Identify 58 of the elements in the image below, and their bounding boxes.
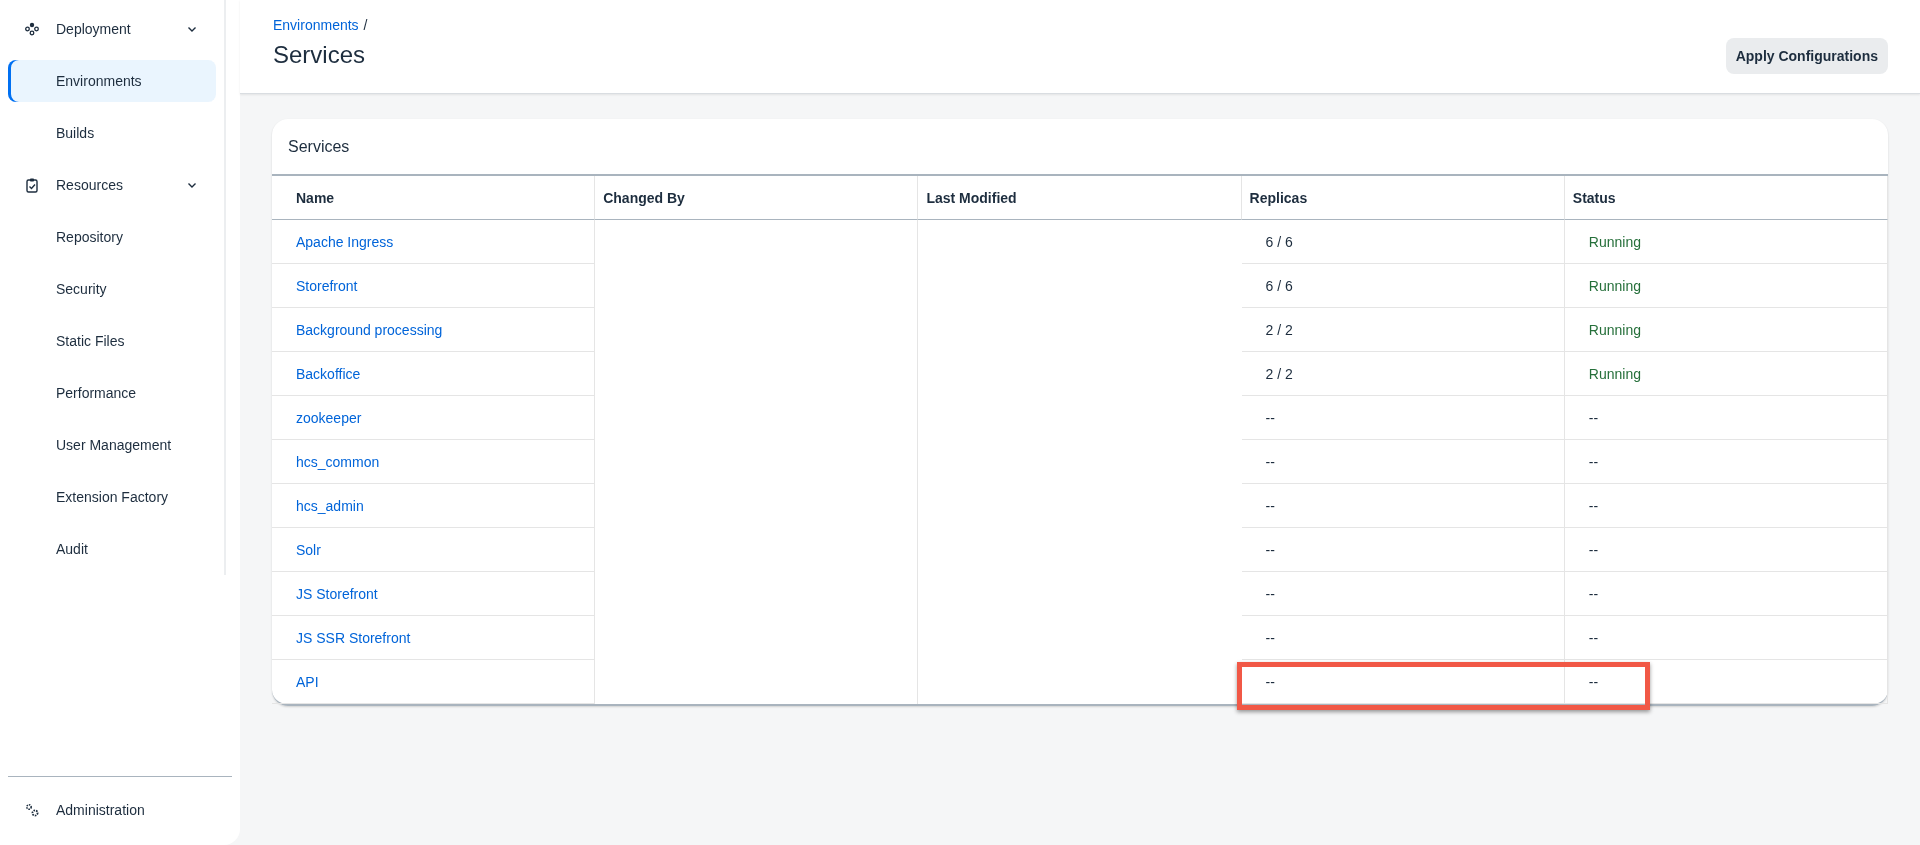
column-header: Name [272,176,596,220]
gears-icon [24,802,40,818]
status-text: -- [1588,673,1599,690]
nav-item[interactable]: Builds [8,112,216,154]
status-text: Running [1588,277,1641,294]
status-text: -- [1588,409,1599,426]
breadcrumb-link[interactable]: Environments [273,17,359,33]
column-header: Status [1564,176,1888,220]
replicas-text: -- [1265,629,1275,646]
replicas-text: 2 / 2 [1265,321,1293,338]
service-link[interactable]: zookeeper [296,409,362,426]
status-text: Running [1588,365,1641,382]
column-header: Changed By [595,176,919,220]
replicas-text: -- [1265,409,1275,426]
service-link[interactable]: Storefront [296,277,358,294]
status-text: -- [1588,629,1599,646]
nav-group-header[interactable]: Deployment [8,8,224,50]
service-link[interactable]: hcs_common [296,453,380,470]
replicas-text: -- [1265,541,1275,558]
column-header: Last Modified [918,176,1242,220]
replicas-text: -- [1265,453,1275,470]
status-text: -- [1588,585,1599,602]
page-title: Services [273,41,367,69]
service-link[interactable]: JS SSR Storefront [296,629,411,646]
nav-group-header[interactable]: Administration [8,789,232,831]
clipboard-check-icon [24,177,40,193]
service-link[interactable]: Backoffice [296,365,361,382]
nav-item[interactable]: Security [8,268,216,310]
service-link[interactable]: Background processing [296,321,443,338]
replicas-text: 6 / 6 [1265,277,1293,294]
apply-configurations-button[interactable]: Apply Configurations [1725,38,1888,74]
service-link[interactable]: Apache Ingress [296,233,394,250]
service-link[interactable]: JS Storefront [296,585,378,602]
status-text: Running [1588,233,1641,250]
column-header: Replicas [1241,176,1565,220]
status-text: -- [1588,541,1599,558]
nav-item[interactable]: Environments [8,60,216,102]
replicas-text: -- [1265,585,1275,602]
nav-item[interactable]: Audit [8,528,216,570]
replicas-text: 2 / 2 [1265,365,1293,382]
status-text: -- [1588,497,1599,514]
service-link[interactable]: hcs_admin [296,497,364,514]
service-link[interactable]: API [296,673,319,690]
nav-group-header[interactable]: Resources [8,164,224,206]
status-text: -- [1588,453,1599,470]
replicas-text: 6 / 6 [1265,233,1293,250]
nav-item[interactable]: Performance [8,372,216,414]
nav-item[interactable]: Extension Factory [8,476,216,518]
card-title: Services [272,119,1888,176]
replicas-text: -- [1265,673,1275,690]
service-link[interactable]: Solr [296,541,321,558]
nav-item[interactable]: Repository [8,216,216,258]
replicas-text: -- [1265,497,1275,514]
status-text: Running [1588,321,1641,338]
nav-item[interactable]: User Management [8,424,216,466]
nav-item[interactable]: Static Files [8,320,216,362]
breadcrumb-separator: / [363,17,368,33]
nodes-icon [24,21,40,37]
